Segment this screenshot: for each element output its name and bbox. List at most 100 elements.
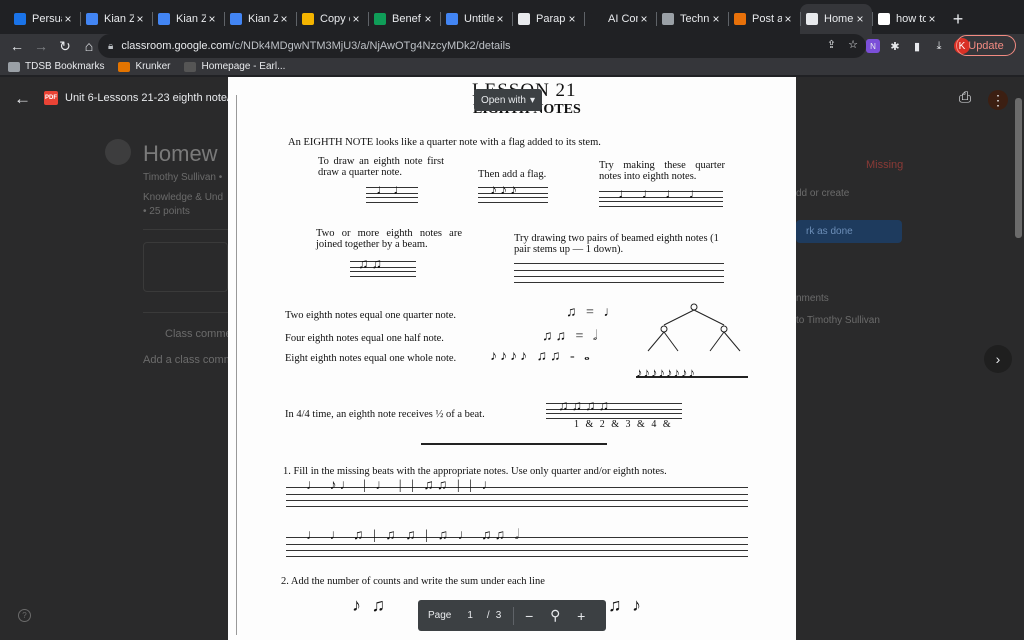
close-tab-icon[interactable]: × [134,12,146,26]
close-tab-icon[interactable]: × [350,12,362,26]
back-icon[interactable]: ← [6,35,28,57]
tab-7[interactable]: Paraph× [512,4,584,34]
download-icon[interactable]: ⤓ [932,39,946,53]
missing-status: Missing [866,159,904,171]
equality-1: Two eighth notes equal one quarter note. [285,310,457,321]
current-page[interactable]: 1 [467,610,473,621]
zoom-icon: ⚲ [550,607,561,623]
step-draw-quarter: To draw an eighth note first draw a quar… [318,156,444,178]
open-with-button[interactable]: Open with ▾ [474,89,542,111]
docs-icon [230,13,242,25]
close-viewer-icon[interactable]: ← [14,89,31,109]
folder-icon [8,61,20,72]
tab-12[interactable]: how to × [872,4,944,34]
scrollbar[interactable] [1015,98,1022,238]
chevron-down-icon: ▾ [530,94,536,106]
to-teacher[interactable]: to Timothy Sullivan [796,315,880,326]
site-icon [662,13,674,25]
divider [513,606,515,625]
zoom-in-icon[interactable]: + [570,608,592,624]
time-notes: ♫♫♫♫ [558,399,612,414]
page-label: Page [428,610,452,621]
home-icon[interactable]: ⌂ [78,35,100,57]
extension-icon [374,13,386,25]
eighth-notes: ♪♪♪ [490,183,520,198]
tab-0[interactable]: Persuas× [8,4,80,34]
divider-rule [421,443,607,445]
tab-2[interactable]: Kian Z × [152,4,224,34]
divider [143,229,228,230]
extension-icon[interactable]: N [866,39,880,53]
assignment-icon [105,139,131,165]
close-tab-icon[interactable]: × [926,12,938,26]
tab-9[interactable]: Techn × [656,4,728,34]
reload-icon[interactable]: ↻ [54,35,76,57]
step-add-flag: Then add a flag. [478,169,547,180]
page-separator: / [486,610,490,621]
more-options-icon[interactable]: ⋮ [988,90,1008,110]
tab-title: how to [896,13,926,25]
close-tab-icon[interactable]: × [638,12,650,26]
puzzle-icon[interactable]: ✱ [888,39,902,53]
tab-11[interactable]: Home × [800,4,872,34]
mark-as-done-button[interactable]: rk as done [796,220,902,243]
equality-2: Four eighth notes equal one half note. [285,333,444,344]
quarter-notes: ♩ ♩ ♩ ♩ [618,187,706,202]
pen-icon [518,13,530,25]
zoom-out-icon[interactable]: − [518,608,540,624]
sidepanel-icon[interactable]: ▮ [910,39,924,53]
tab-title: Copy c [320,13,350,25]
intro-text: An EIGHTH NOTE looks like a quarter note… [288,137,601,148]
bookmark-homepage[interactable]: Homepage - Earl... [184,61,285,72]
close-tab-icon[interactable]: × [566,12,578,26]
help-icon[interactable]: ? [18,609,31,622]
tab-3[interactable]: Kian Z × [224,4,296,34]
tab-10[interactable]: Post a × [728,4,800,34]
pdf-page: LESSON 21 EIGHTH NOTES An EIGHTH NOTE lo… [228,77,796,640]
equality-notes: ♫♫ = 𝅗𝅥 [542,329,601,344]
page-controls: Page 1 / 3 − ⚲ + [418,600,606,631]
tab-title: Kian Z [104,13,134,25]
exercise-notes: ♪ ♫ [352,595,388,615]
new-tab-icon[interactable]: + [944,4,972,34]
bookmark-krunker[interactable]: Krunker [118,61,170,72]
c-icon [734,13,746,25]
close-tab-icon[interactable]: × [710,12,722,26]
tab-1[interactable]: Kian Z × [80,4,152,34]
tab-4[interactable]: Copy c× [296,4,368,34]
margin-bracket [236,95,248,635]
bookmark-tdsb[interactable]: TDSB Bookmarks [8,61,104,72]
forward-icon[interactable]: → [30,35,52,57]
assignment-author: Timothy Sullivan • [143,172,223,183]
beamed-notes: ♫♫ [358,257,385,272]
close-tab-icon[interactable]: × [782,12,794,26]
classroom-icon [806,13,818,25]
tab-title: Benef [392,13,421,25]
krunker-icon [118,61,131,72]
tab-5[interactable]: Benef × [368,4,440,34]
close-tab-icon[interactable]: × [854,12,866,26]
share-icon[interactable]: ⇪ [827,38,836,51]
add-or-create[interactable]: dd or create [796,188,849,199]
tab-8[interactable]: AI Con× [584,4,656,34]
close-tab-icon[interactable]: × [422,12,434,26]
docs-icon [446,13,458,25]
w-icon [590,13,602,25]
next-file-icon[interactable]: › [984,345,1012,373]
tab-6[interactable]: Untitle × [440,4,512,34]
time-text: In 4/4 time, an eighth note receives ½ o… [285,409,485,420]
close-tab-icon[interactable]: × [494,12,506,26]
exercise-notes: ♩ ♪♩ | ♩ | | ♫♫ | | ♩ [306,478,499,493]
address-bar[interactable]: 🔒︎ classroom.google.com/c/NDk4MDgwNTM3Mj… [98,34,866,58]
close-tab-icon[interactable]: × [206,12,218,26]
close-tab-icon[interactable]: × [62,12,74,26]
add-class-comment[interactable]: Add a class comm [143,354,233,366]
url-text: classroom.google.com/c/NDk4MDgwNTM3MjU3/… [121,40,511,52]
update-button[interactable]: Update [956,35,1016,56]
beat-counts: 1 & 2 & 3 & 4 & [574,419,673,430]
bookmarks-bar: TDSB Bookmarks Krunker Homepage - Earl..… [0,58,1024,76]
close-tab-icon[interactable]: × [278,12,290,26]
bookmark-star-icon[interactable]: ☆ [848,38,858,51]
equality-notes: ♫ = ♩ [566,305,621,320]
print-icon[interactable]: ⎙ [959,89,971,106]
